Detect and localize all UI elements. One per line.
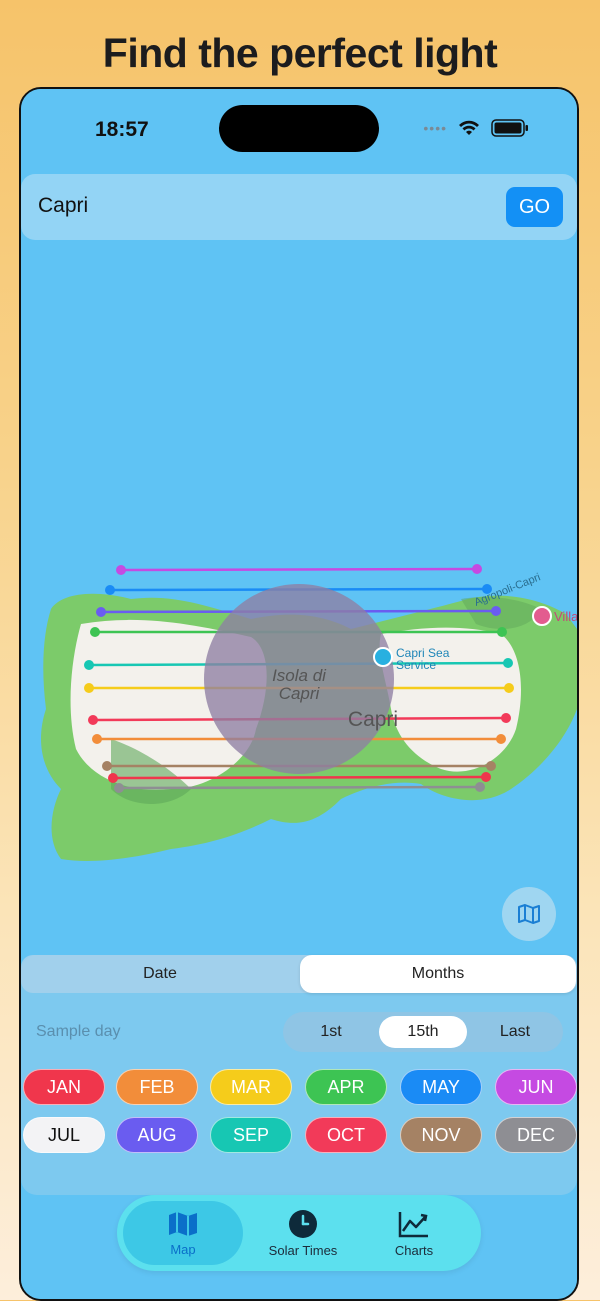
status-time: 18:57 [95, 118, 149, 141]
month-may-button[interactable]: MAY [400, 1069, 482, 1105]
clock-icon [289, 1209, 317, 1238]
tab-charts[interactable]: Charts [357, 1195, 471, 1271]
status-icons: •••• [423, 119, 529, 137]
month-feb-button[interactable]: FEB [116, 1069, 198, 1105]
svg-text:Service: Service [396, 658, 436, 672]
month-oct-button[interactable]: OCT [305, 1117, 387, 1153]
wifi-icon [459, 120, 479, 135]
jan-line [112, 775, 487, 780]
mode-segmented-control[interactable]: Date Months [21, 955, 577, 993]
sample-day-1st[interactable]: 1st [287, 1012, 375, 1052]
map-label-town: Capri [348, 708, 398, 731]
dynamic-island [219, 105, 379, 152]
month-apr-button[interactable]: APR [305, 1069, 387, 1105]
map-label-island-1: Isola di [272, 666, 327, 685]
control-panel: Date Months Sample day 1st 15th Last JAN… [21, 955, 577, 1195]
headline: Find the perfect light [102, 30, 498, 76]
map-label-island-2: Capri [279, 684, 321, 703]
map-style-button[interactable] [502, 887, 556, 941]
tab-months[interactable]: Months [300, 955, 576, 993]
go-button[interactable]: GO [506, 187, 563, 227]
map-icon [169, 1211, 197, 1236]
month-jan-button[interactable]: JAN [23, 1069, 105, 1105]
months-row-1: JAN FEB MAR APR MAY JUN [21, 1069, 577, 1107]
search-input[interactable]: Capri [38, 194, 88, 218]
sample-day-label: Sample day [36, 1023, 121, 1040]
month-sep-button[interactable]: SEP [210, 1117, 292, 1153]
map-icon [518, 904, 540, 924]
tab-map-label: Map [170, 1241, 196, 1257]
tab-bar: Map Solar Times Charts [117, 1195, 481, 1271]
chart-icon [398, 1211, 428, 1237]
months-row-2: JUL AUG SEP OCT NOV DEC [21, 1117, 577, 1155]
tab-map[interactable]: Map [123, 1201, 243, 1265]
month-jul-button[interactable]: JUL [23, 1117, 105, 1153]
sample-day-segmented-control[interactable]: 1st 15th Last [283, 1012, 563, 1052]
poi-villa[interactable]: Villa [532, 606, 577, 626]
svg-text:Villa: Villa [554, 609, 577, 624]
month-aug-button[interactable]: AUG [116, 1117, 198, 1153]
sample-day-15th[interactable]: 15th [379, 1016, 467, 1048]
month-jun-button[interactable]: JUN [495, 1069, 577, 1105]
tab-solar-times[interactable]: Solar Times [243, 1195, 363, 1271]
month-nov-button[interactable]: NOV [400, 1117, 482, 1153]
search-bar[interactable]: Capri GO [21, 174, 577, 240]
jun-line [120, 567, 478, 572]
battery-icon [491, 119, 528, 137]
sample-day-last[interactable]: Last [471, 1012, 559, 1052]
tab-date[interactable]: Date [21, 955, 299, 993]
month-mar-button[interactable]: MAR [210, 1069, 292, 1105]
month-dec-button[interactable]: DEC [495, 1117, 577, 1153]
tab-charts-label: Charts [394, 1242, 434, 1258]
dec-line [118, 785, 481, 790]
phone-frame: Isola di Capri Capri Capri Sea Service A… [19, 87, 579, 1301]
signal-icon: •••• [423, 120, 447, 136]
tab-solar-times-label: Solar Times [268, 1242, 338, 1258]
